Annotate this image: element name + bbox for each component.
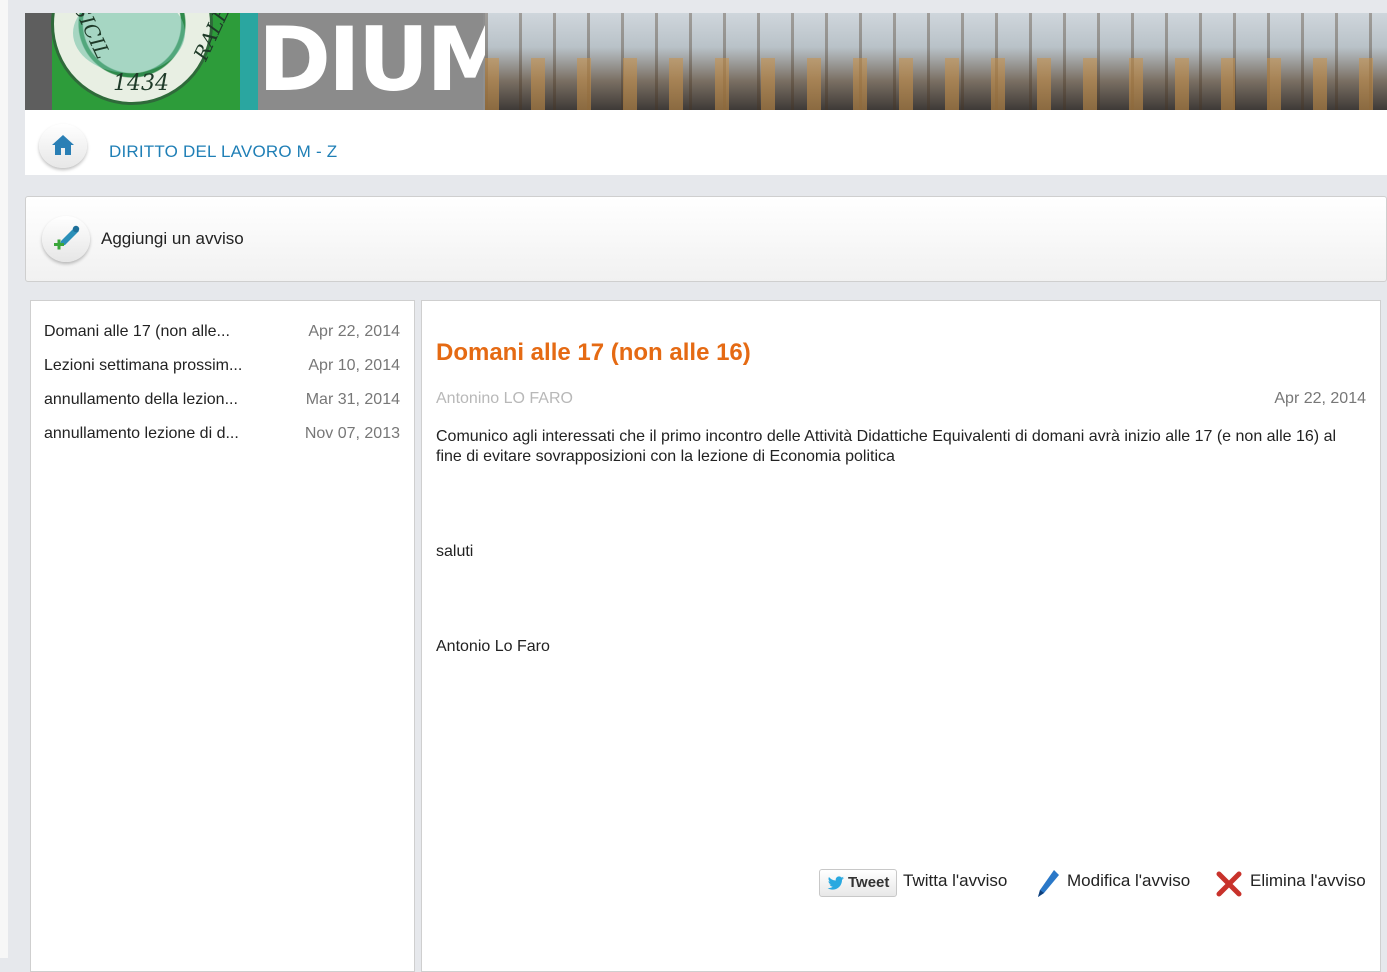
notice-detail-panel: Domani alle 17 (non alle 16) Antonino LO… [421,300,1381,972]
add-notice-label[interactable]: Aggiungi un avviso [101,229,244,249]
tweet-notice-link[interactable]: Twitta l'avviso [903,871,1007,891]
add-notice-bar[interactable]: Aggiungi un avviso [25,196,1387,282]
tweet-button[interactable]: Tweet [819,869,897,897]
notice-date: Apr 22, 2014 [1274,390,1366,407]
edit-notice-link[interactable]: Modifica l'avviso [1067,871,1190,891]
seal-year: 1434 [113,71,169,96]
breadcrumb-bar: DIRITTO DEL LAVORO M - Z [25,110,1387,175]
notice-item-date: Nov 07, 2013 [304,425,400,442]
notice-list-item[interactable]: annullamento lezione di d... Nov 07, 201… [44,425,400,453]
twitter-bird-icon [827,876,844,890]
notice-greeting: saluti [436,543,474,560]
notice-item-date: Apr 10, 2014 [308,357,400,374]
notice-list-item[interactable]: Lezioni settimana prossim... Apr 10, 201… [44,357,400,385]
tweet-button-label: Tweet [848,874,890,891]
course-title-link[interactable]: DIRITTO DEL LAVORO M - Z [109,142,337,162]
notice-author: Antonino LO FARO [436,390,573,407]
page-frame: SICIL RALE 1434 DIUM DIRITTO DEL LAVORO … [25,0,1387,972]
notice-list-item[interactable]: annullamento della lezion... Mar 31, 201… [44,391,400,419]
home-button[interactable] [39,124,87,168]
notice-item-title: annullamento della lezion... [44,391,238,408]
dium-logo-text: DIUM [258,13,514,110]
notice-item-date: Mar 31, 2014 [305,391,400,408]
notice-signature: Antonio Lo Faro [436,638,550,655]
notice-item-title: Domani alle 17 (non alle... [44,323,230,340]
notice-list-panel: Domani alle 17 (non alle... Apr 22, 2014… [30,300,415,972]
notice-item-date: Apr 22, 2014 [308,323,400,340]
notice-item-title: annullamento lezione di d... [44,425,239,442]
delete-notice-link[interactable]: Elimina l'avviso [1250,871,1366,891]
page-left-edge [0,0,8,958]
notice-body: Comunico agli interessati che il primo i… [436,428,1337,465]
header-banner: SICIL RALE 1434 DIUM [25,13,1387,110]
add-notice-icon [54,225,80,250]
notice-item-title: Lezioni settimana prossim... [44,357,243,374]
delete-x-icon[interactable] [1216,871,1242,897]
pencil-icon[interactable] [1036,869,1060,899]
banner-photo-chairs [485,58,1387,110]
notice-title: Domani alle 17 (non alle 16) [436,339,751,366]
home-icon [52,135,74,155]
dium-logo: DIUM [258,13,514,110]
notice-list-item[interactable]: Domani alle 17 (non alle... Apr 22, 2014 [44,323,400,351]
notice-actions: Tweet Twitta l'avviso Modifica l'avviso … [422,867,1380,901]
banner-classroom-photo [485,13,1387,110]
banner-teal-stripe [240,13,258,110]
add-notice-button[interactable] [42,216,90,262]
